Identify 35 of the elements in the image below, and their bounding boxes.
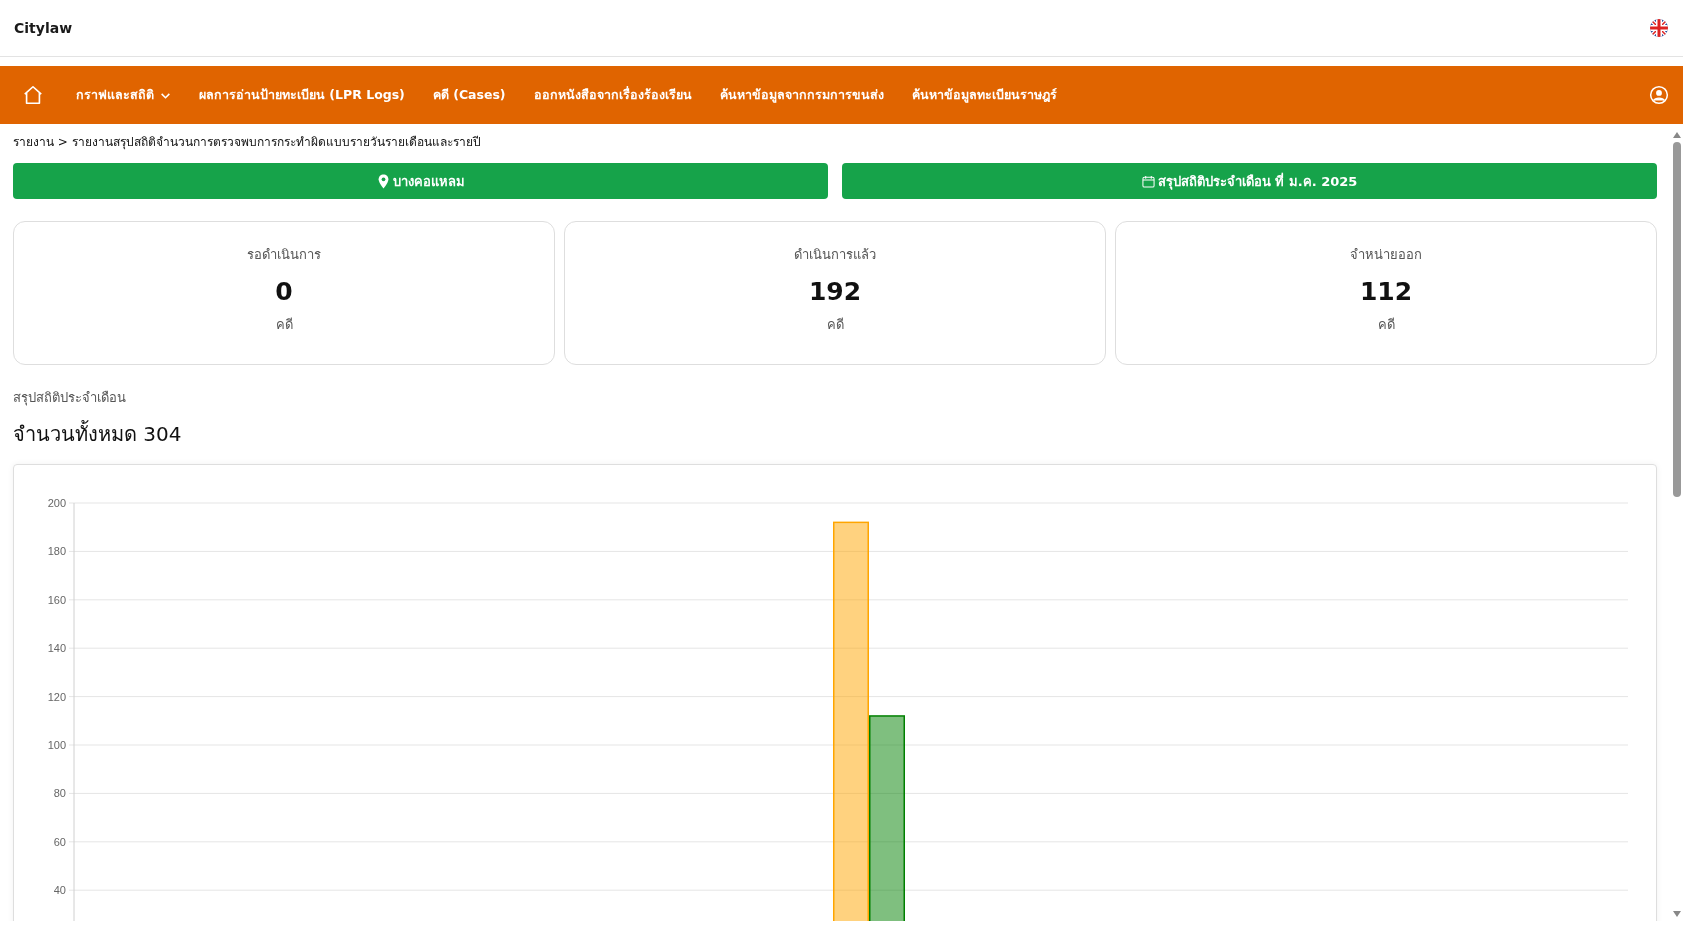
nav-link[interactable]: คดี (Cases) (432, 85, 506, 105)
section-subtitle: สรุปสถิติประจำเดือน (13, 389, 127, 408)
flag-icon[interactable] (1649, 18, 1669, 38)
nav-link[interactable]: ค้นหาข้อมูลจากกรมการขนส่ง (719, 85, 884, 105)
filter-button[interactable]: สรุปสถิติประจำเดือน ที่ ม.ค. 2025 (842, 163, 1657, 199)
nav-dropdown[interactable]: กราฟและสถิติ (76, 85, 171, 105)
stat-value: 0 (275, 277, 293, 306)
y-axis-label: 100 (47, 739, 66, 751)
calendar-icon (1141, 173, 1155, 189)
user-icon[interactable] (1649, 85, 1669, 105)
breadcrumb: รายงาน > รายงานสรุปสถิติจำนวนการตรวจพบการกระทำผิดแบบรายวันรายเดือนและรายปี (13, 134, 482, 152)
location-pin-icon (376, 173, 390, 189)
stat-value: 192 (808, 277, 862, 306)
nav-link[interactable]: ผลการอ่านป้ายทะเบียน (LPR Logs) (199, 85, 405, 105)
brand-name: Citylaw (14, 20, 73, 36)
y-axis-label: 60 (53, 835, 66, 848)
y-axis-label: 160 (47, 593, 66, 606)
filter-button[interactable]: บางคอแหลม (13, 163, 828, 199)
stat-label: รอดำเนินการ (247, 246, 321, 264)
stat-unit: คดี (826, 316, 844, 334)
y-axis-label: 120 (47, 690, 66, 703)
stat-unit: คดี (1377, 316, 1395, 334)
home-icon[interactable] (22, 84, 44, 106)
y-axis-label: 200 (47, 497, 66, 509)
nav-link[interactable]: ออกหนังสือจากเรื่องร้องเรียน (533, 85, 692, 105)
y-axis-label: 80 (53, 787, 66, 800)
stat-value: 112 (1359, 277, 1413, 306)
stat-unit: คดี (275, 316, 293, 334)
stat-label: จำหน่ายออก (1350, 246, 1422, 264)
y-axis-label: 180 (47, 545, 66, 558)
nav-link[interactable]: ค้นหาข้อมูลทะเบียนราษฎร์ (911, 85, 1057, 105)
section-title: จำนวนทั้งหมด 304 (13, 419, 183, 448)
y-axis-label: 140 (47, 642, 66, 655)
y-axis-label: 40 (53, 884, 66, 897)
stat-label: ดำเนินการแล้ว (794, 246, 876, 264)
